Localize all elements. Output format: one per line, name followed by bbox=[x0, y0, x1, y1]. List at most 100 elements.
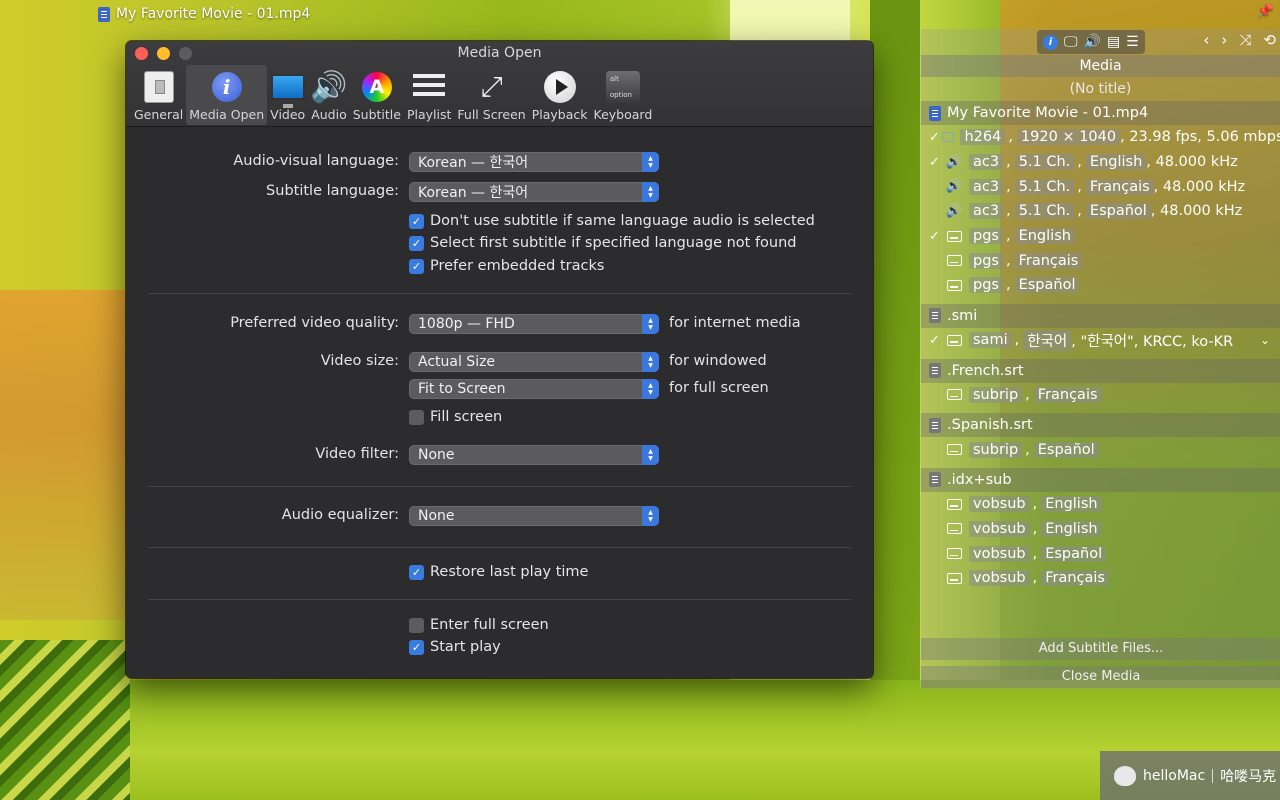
pin-icon[interactable]: 📌 bbox=[1257, 4, 1273, 19]
track-row[interactable]: 🔊 ac3, 5.1 Ch., Español , 48.000 kHz bbox=[921, 199, 1280, 224]
checkmark-icon: ✓ bbox=[409, 213, 424, 229]
select-first-subtitle-checkbox[interactable]: ✓ Select first subtitle if specified lan… bbox=[409, 235, 797, 251]
restore-play-time-checkbox[interactable]: ✓ Restore last play time bbox=[409, 564, 588, 580]
subtitle-file-idx-sub[interactable]: .idx+sub bbox=[921, 467, 1280, 492]
info-icon[interactable]: i bbox=[1043, 34, 1058, 50]
tab-audio[interactable]: 🔊 Audio bbox=[308, 65, 350, 125]
video-filter-popup[interactable]: None ▲ ▼ bbox=[409, 445, 659, 465]
subtitle-icon bbox=[946, 255, 962, 267]
inspector-nav: ‹ › ⤨ ⟲ bbox=[1203, 31, 1276, 49]
prefer-embedded-checkbox[interactable]: ✓ Prefer embedded tracks bbox=[409, 258, 604, 274]
info-icon: i bbox=[211, 72, 242, 102]
tab-video[interactable]: Video bbox=[267, 65, 308, 125]
subtitle-icon[interactable]: ▤ bbox=[1107, 34, 1120, 50]
file-name: .idx+sub bbox=[947, 471, 1012, 488]
no-subtitle-same-language-checkbox[interactable]: ✓ Don't use subtitle if same language au… bbox=[409, 213, 815, 229]
popup-stepper-icon: ▲ ▼ bbox=[642, 314, 659, 334]
popup-value: Fit to Screen bbox=[418, 381, 506, 397]
checkbox-label: Prefer embedded tracks bbox=[430, 258, 605, 274]
popup-stepper-icon: ▲ ▼ bbox=[642, 445, 659, 465]
subtitle-icon bbox=[946, 523, 962, 535]
track-row[interactable]: ✓ sami, 한국어 , "한국어", KRCC, ko-KR ⌄ bbox=[921, 328, 1280, 353]
chevron-down-icon[interactable]: ⌄ bbox=[1260, 333, 1270, 347]
list-icon[interactable]: ☰ bbox=[1126, 34, 1139, 50]
file-name: .Spanish.srt bbox=[947, 417, 1033, 434]
checkmark-icon: ✓ bbox=[409, 564, 424, 580]
subtitle-file-smi[interactable]: .smi bbox=[921, 303, 1280, 328]
subtitle-icon bbox=[946, 572, 962, 584]
audio-visual-language-popup[interactable]: Korean — 한국어 ▲ ▼ bbox=[409, 152, 659, 172]
media-file-row[interactable]: My Favorite Movie - 01.mp4 bbox=[921, 101, 1280, 125]
chevron-left-icon[interactable]: ‹ bbox=[1203, 31, 1209, 49]
fullscreen-suffix: for full screen bbox=[669, 380, 769, 396]
track-row[interactable]: ✓ 🖵 h264, 1920 × 1040 , 23.98 fps, 5.06 … bbox=[921, 125, 1280, 150]
shuffle-icon[interactable]: ⤨ bbox=[1239, 31, 1251, 49]
language: Français bbox=[1033, 386, 1102, 403]
track-row[interactable]: ✓ pgs, English bbox=[921, 224, 1280, 249]
tab-media-open[interactable]: i Media Open bbox=[186, 65, 268, 125]
subtitle-icon bbox=[946, 230, 962, 242]
close-media-button[interactable]: Close Media bbox=[921, 666, 1280, 688]
divider bbox=[148, 547, 851, 548]
tab-subtitle[interactable]: A Subtitle bbox=[350, 65, 404, 125]
divider bbox=[148, 599, 851, 600]
fill-screen-checkbox[interactable]: Fill screen bbox=[409, 409, 502, 425]
tab-keyboard[interactable]: alt option Keyboard bbox=[591, 65, 656, 125]
tab-full-screen[interactable]: ⤢ Full Screen bbox=[454, 65, 528, 125]
subtitle-file-icon bbox=[929, 363, 941, 378]
codec: ac3 bbox=[969, 203, 1004, 220]
video-size-fullscreen-popup[interactable]: Fit to Screen ▲ ▼ bbox=[409, 379, 659, 399]
track-row[interactable]: pgs, Español bbox=[921, 273, 1280, 298]
subtitle-language-popup[interactable]: Korean — 한국어 ▲ ▼ bbox=[409, 182, 659, 202]
track-row[interactable]: pgs, Français bbox=[921, 248, 1280, 273]
video-size-label: Video size: bbox=[320, 353, 399, 369]
video-quality-popup[interactable]: 1080p — FHD ▲ ▼ bbox=[409, 314, 659, 334]
subtitle-file-icon bbox=[929, 417, 941, 433]
checkmark-icon: ✓ bbox=[929, 154, 940, 170]
track-row[interactable]: subrip, Español bbox=[921, 437, 1280, 462]
start-play-checkbox[interactable]: ✓ Start play bbox=[409, 639, 501, 655]
checkbox-label: Select first subtitle if specified langu… bbox=[430, 235, 797, 251]
checkbox-empty bbox=[409, 409, 424, 425]
track-row[interactable]: vobsub, Español bbox=[921, 541, 1280, 566]
repeat-icon[interactable]: ⟲ bbox=[1263, 31, 1276, 49]
speaker-icon[interactable]: 🔊 bbox=[1084, 34, 1101, 50]
add-subtitle-files-button[interactable]: Add Subtitle Files... bbox=[921, 638, 1280, 660]
track-row[interactable]: 🔊 ac3, 5.1 Ch., Français , 48.000 kHz bbox=[921, 174, 1280, 199]
language: Français bbox=[1041, 570, 1109, 587]
popup-value: Korean — 한국어 bbox=[418, 185, 529, 201]
chevron-right-icon[interactable]: › bbox=[1221, 31, 1227, 49]
subtitle-icon bbox=[946, 279, 962, 291]
track-row[interactable]: subrip, Français bbox=[921, 383, 1280, 408]
enter-full-screen-checkbox[interactable]: Enter full screen bbox=[409, 617, 549, 633]
language: English bbox=[1014, 228, 1075, 245]
subtitle-icon bbox=[946, 334, 962, 346]
subtitle-file-icon bbox=[929, 308, 941, 324]
audio-equalizer-popup[interactable]: None ▲ ▼ bbox=[409, 506, 659, 526]
track-row[interactable]: vobsub, Français bbox=[921, 566, 1280, 591]
track-info: , 48.000 kHz bbox=[1150, 203, 1243, 220]
channels: 5.1 Ch. bbox=[1014, 154, 1075, 171]
subtitle-file-french[interactable]: .French.srt bbox=[921, 358, 1280, 383]
video-quality-label: Preferred video quality: bbox=[230, 315, 399, 331]
tab-playback[interactable]: Playback bbox=[529, 65, 591, 125]
monitor-icon[interactable]: 🖵 bbox=[1064, 34, 1078, 50]
audio-visual-language-label: Audio-visual language: bbox=[233, 153, 399, 169]
popup-value: None bbox=[418, 508, 455, 524]
popup-stepper-icon: ▲ ▼ bbox=[642, 182, 659, 202]
track-row[interactable]: vobsub, English bbox=[921, 517, 1280, 542]
video-size-windowed-popup[interactable]: Actual Size ▲ ▼ bbox=[409, 352, 659, 372]
tab-general[interactable]: General bbox=[131, 65, 186, 125]
checkbox-label: Don't use subtitle if same language audi… bbox=[430, 213, 815, 229]
tab-playlist[interactable]: Playlist bbox=[404, 65, 454, 125]
window-title: Media Open bbox=[457, 45, 542, 61]
popup-stepper-icon: ▲ ▼ bbox=[642, 506, 659, 526]
media-inspector-panel: i 🖵 🔊 ▤ ☰ ‹ › ⤨ ⟲ Media (No title) My Fa… bbox=[920, 29, 1280, 689]
subtitle-file-spanish[interactable]: .Spanish.srt bbox=[921, 413, 1280, 438]
monitor-icon bbox=[270, 74, 305, 100]
track-row[interactable]: ✓ 🔊 ac3, 5.1 Ch., English , 48.000 kHz bbox=[921, 150, 1280, 175]
checkmark-icon: ✓ bbox=[409, 258, 424, 274]
file-name: .smi bbox=[947, 307, 978, 324]
expand-arrows-icon: ⤢ bbox=[480, 70, 503, 103]
track-row[interactable]: vobsub, English bbox=[921, 492, 1280, 517]
